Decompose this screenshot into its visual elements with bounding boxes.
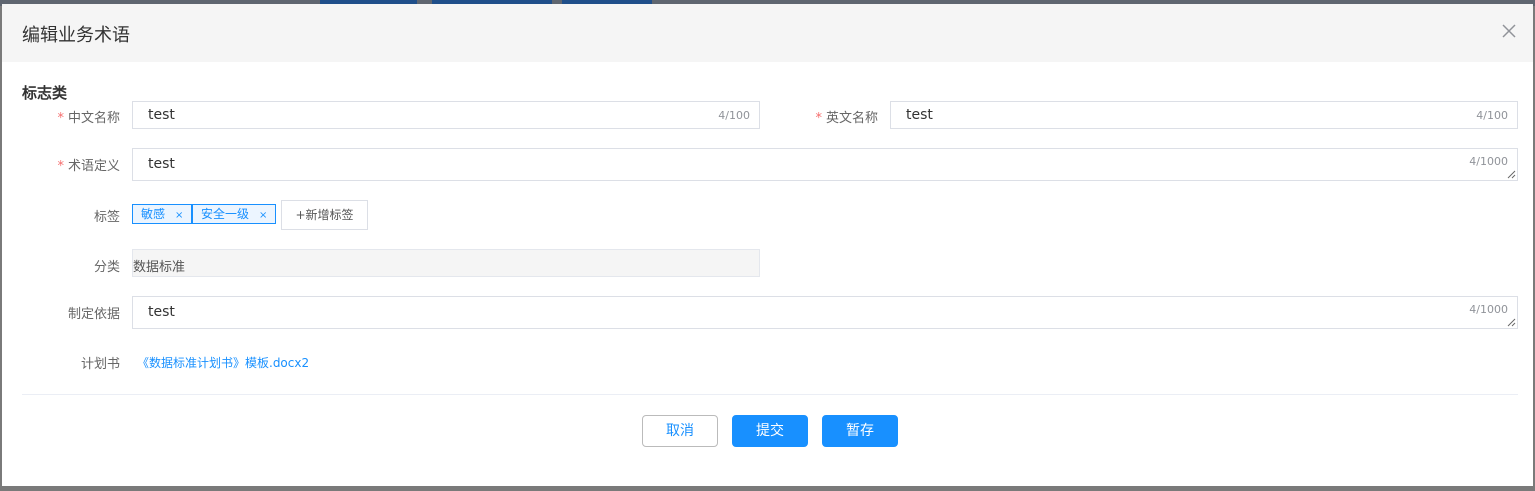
close-icon[interactable] — [1499, 21, 1519, 41]
definition-value: test — [148, 156, 175, 172]
en-name-input[interactable]: test 4/100 — [890, 101, 1518, 129]
plan-label: 计划书 — [80, 357, 120, 372]
en-name-count: 4/100 — [1476, 109, 1508, 122]
definition-textarea[interactable]: test 4/1000 — [132, 148, 1518, 181]
basis-textarea[interactable]: test 4/1000 — [132, 296, 1518, 329]
tag-text: 敏感 — [141, 207, 166, 221]
plan-file-link[interactable]: 《数据标准计划书》模板.docx2 — [137, 354, 309, 371]
required-mark: * — [57, 111, 64, 126]
basis-label: 制定依据 — [67, 307, 120, 322]
en-name-label: * 英文名称 — [815, 111, 878, 126]
definition-count: 4/1000 — [1469, 155, 1508, 168]
cancel-button[interactable]: 取消 — [642, 415, 718, 447]
cn-name-label: * 中文名称 — [57, 111, 120, 126]
resize-handle-icon[interactable] — [1506, 169, 1516, 179]
required-mark: * — [57, 159, 64, 174]
submit-button[interactable]: 提交 — [732, 415, 808, 447]
required-mark: * — [815, 111, 822, 126]
tag-item: 安全一级 × — [192, 204, 277, 224]
section-title: 标志类 — [22, 84, 68, 102]
basis-value: test — [148, 304, 175, 320]
dialog-header: 编辑业务术语 — [2, 4, 1533, 62]
add-tag-button[interactable]: +新增标签 — [281, 200, 368, 230]
cn-name-count: 4/100 — [718, 109, 750, 122]
tag-text: 安全一级 — [201, 207, 250, 221]
cn-name-value: test — [148, 107, 175, 123]
category-value: 数据标准 — [133, 260, 186, 275]
save-draft-button[interactable]: 暂存 — [822, 415, 898, 447]
tag-item: 敏感 × — [132, 204, 193, 224]
tag-close-icon[interactable]: × — [175, 210, 183, 221]
category-input: 数据标准 — [132, 249, 760, 277]
en-name-value: test — [906, 107, 933, 123]
tag-close-icon[interactable]: × — [259, 210, 267, 221]
category-label: 分类 — [93, 260, 120, 275]
tags-label: 标签 — [93, 210, 120, 225]
dialog-title: 编辑业务术语 — [22, 25, 130, 46]
edit-term-dialog: 编辑业务术语 标志类 * 中文名称 test 4/100 * 英文名称 test 4… — [2, 4, 1533, 486]
basis-count: 4/1000 — [1469, 303, 1508, 316]
footer-divider — [22, 394, 1518, 395]
cn-name-input[interactable]: test 4/100 — [132, 101, 760, 129]
resize-handle-icon[interactable] — [1506, 317, 1516, 327]
definition-label: * 术语定义 — [57, 159, 120, 174]
